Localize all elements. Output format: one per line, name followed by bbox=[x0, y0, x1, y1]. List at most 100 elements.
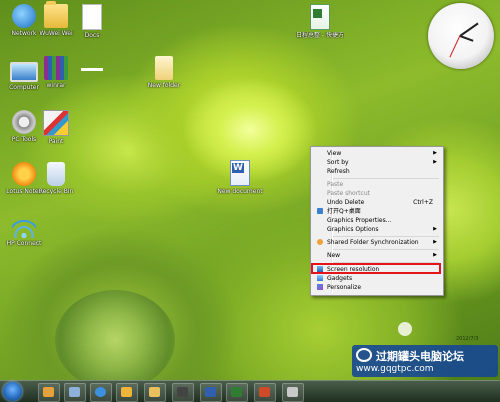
submenu-arrow-icon: ▶ bbox=[433, 150, 437, 156]
desktop-icon-label: 日程总整 - 快捷方式 bbox=[296, 32, 344, 39]
start-button[interactable] bbox=[3, 382, 22, 401]
desktop-icon-label: Recycle Bin bbox=[38, 188, 74, 195]
folder-icon bbox=[155, 56, 173, 80]
clock-hour-hand bbox=[459, 35, 474, 42]
winrar-icon bbox=[44, 56, 68, 80]
taskbar-video[interactable] bbox=[172, 383, 194, 402]
taskbar-excel[interactable] bbox=[226, 383, 248, 402]
gadgets-icon bbox=[317, 275, 323, 281]
recycle-bin-icon bbox=[47, 162, 65, 186]
wifi-icon bbox=[12, 214, 36, 238]
menu-item-label: Paste bbox=[327, 181, 344, 188]
taskbar-outlook[interactable] bbox=[116, 383, 138, 402]
menu-item-shortcut: Ctrl+Z bbox=[413, 199, 433, 206]
desktop-icon-label: Docs bbox=[84, 32, 100, 39]
menu-item-open-q-desktop[interactable]: 打开Q+桌面 bbox=[313, 207, 441, 216]
menu-item-label: Refresh bbox=[327, 168, 350, 175]
forum-watermark: 过期罐头电脑论坛 www.gqgtpc.com bbox=[352, 345, 498, 377]
excel-shortcut-icon bbox=[310, 4, 330, 30]
watermark-url: www.gqgtpc.com bbox=[356, 364, 434, 374]
word-icon bbox=[205, 387, 216, 397]
user-folder-icon bbox=[44, 1, 68, 28]
desktop-icon-label: New folder bbox=[147, 82, 181, 89]
menu-item-label: View bbox=[327, 150, 342, 157]
taskbar-word[interactable] bbox=[200, 383, 222, 402]
taskbar bbox=[0, 380, 500, 402]
menu-item-new[interactable]: New ▶ bbox=[313, 251, 441, 260]
taskbar-folder[interactable] bbox=[64, 383, 86, 402]
taskbar-ie[interactable] bbox=[90, 383, 112, 402]
menu-item-label: Undo Delete bbox=[327, 199, 365, 206]
media-player-icon bbox=[43, 387, 54, 397]
date-watermark: 2012/7/3 bbox=[456, 336, 479, 342]
screen-resolution-highlight bbox=[311, 263, 441, 274]
desktop-icon-hp-connect[interactable]: HP Connect bbox=[0, 214, 48, 247]
menu-separator bbox=[333, 249, 439, 250]
menu-item-label: Paste shortcut bbox=[327, 190, 370, 197]
forum-logo-icon bbox=[356, 348, 372, 362]
taskbar-app[interactable] bbox=[282, 383, 304, 402]
clock-minute-hand bbox=[459, 22, 479, 37]
file-icon bbox=[82, 4, 102, 30]
menu-item-label: Personalize bbox=[327, 284, 362, 291]
menu-item-graphics-options[interactable]: Graphics Options ▶ bbox=[313, 225, 441, 234]
desktop-icon-excel-shortcut[interactable]: 日程总整 - 快捷方式 bbox=[296, 4, 344, 39]
menu-item-paste-shortcut[interactable]: Paste shortcut bbox=[313, 189, 441, 198]
submenu-arrow-icon: ▶ bbox=[433, 226, 437, 232]
menu-item-personalize[interactable]: Personalize bbox=[313, 283, 441, 292]
desktop-icon-new-document[interactable]: New document bbox=[216, 160, 264, 195]
menu-item-undo-delete[interactable]: Undo Delete Ctrl+Z bbox=[313, 198, 441, 207]
menu-item-graphics-properties[interactable]: Graphics Properties... bbox=[313, 216, 441, 225]
menu-separator bbox=[333, 178, 439, 179]
desktop-icon-new-folder[interactable]: New folder bbox=[140, 56, 188, 89]
desktop-icon-blank[interactable] bbox=[68, 56, 116, 73]
desktop-icon-label: Paint bbox=[48, 138, 64, 145]
video-icon bbox=[177, 387, 188, 397]
submenu-arrow-icon: ▶ bbox=[433, 159, 437, 165]
submenu-arrow-icon: ▶ bbox=[433, 252, 437, 258]
watermark-title: 过期罐头电脑论坛 bbox=[376, 350, 464, 363]
word-doc-icon bbox=[230, 160, 250, 186]
ie-icon bbox=[95, 387, 106, 397]
menu-item-refresh[interactable]: Refresh bbox=[313, 167, 441, 176]
wallpaper-rosette bbox=[55, 290, 175, 380]
clock-second-hand bbox=[449, 35, 461, 58]
menu-item-view[interactable]: View ▶ bbox=[313, 149, 441, 158]
menu-item-label: 打开Q+桌面 bbox=[327, 208, 361, 215]
menu-item-label: New bbox=[327, 252, 341, 259]
menu-item-shared-folder-sync[interactable]: Shared Folder Synchronization ▶ bbox=[313, 238, 441, 247]
folder-icon bbox=[69, 387, 80, 397]
desktop-context-menu: View ▶ Sort by ▶ Refresh Paste Paste sho… bbox=[310, 146, 444, 296]
paint-icon bbox=[43, 110, 69, 136]
q-desktop-icon bbox=[317, 208, 323, 214]
taskbar-powerpoint[interactable] bbox=[254, 383, 276, 402]
desktop-icon-paint[interactable]: Paint bbox=[32, 110, 80, 145]
submenu-arrow-icon: ▶ bbox=[433, 239, 437, 245]
menu-item-gadgets[interactable]: Gadgets bbox=[313, 274, 441, 283]
taskbar-explorer[interactable] bbox=[144, 383, 166, 402]
clock-gadget[interactable] bbox=[428, 3, 494, 69]
blank-icon bbox=[81, 68, 103, 71]
powerpoint-icon bbox=[259, 387, 270, 397]
app-icon bbox=[287, 387, 298, 397]
desktop-icon-label: HP Connect bbox=[6, 240, 42, 247]
menu-item-label: Graphics Options bbox=[327, 226, 379, 233]
personalize-icon bbox=[317, 284, 323, 290]
desktop-icon-recycle-bin[interactable]: Recycle Bin bbox=[32, 162, 80, 195]
menu-item-label: Gadgets bbox=[327, 275, 353, 282]
menu-item-paste[interactable]: Paste bbox=[313, 180, 441, 189]
taskbar-media-player[interactable] bbox=[38, 383, 60, 402]
desktop-icon-label: New document bbox=[217, 188, 263, 195]
desktop-icon-docs[interactable]: Docs bbox=[68, 4, 116, 39]
menu-item-label: Sort by bbox=[327, 159, 349, 166]
menu-item-sort-by[interactable]: Sort by ▶ bbox=[313, 158, 441, 167]
desktop-icon-label: winrar bbox=[46, 82, 66, 89]
explorer-icon bbox=[149, 387, 160, 397]
outlook-icon bbox=[121, 387, 132, 397]
menu-item-label: Graphics Properties... bbox=[327, 217, 392, 224]
paw-watermark-icon bbox=[398, 322, 412, 336]
excel-icon bbox=[231, 387, 242, 397]
menu-separator bbox=[333, 236, 439, 237]
sync-icon bbox=[317, 239, 323, 245]
menu-item-label: Shared Folder Synchronization bbox=[327, 239, 419, 246]
